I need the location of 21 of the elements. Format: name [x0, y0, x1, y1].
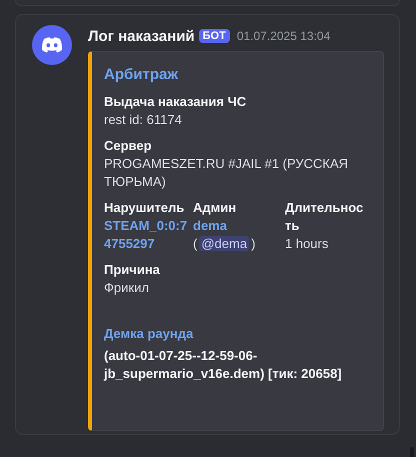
field-name: Демка раунда — [104, 325, 194, 343]
field-value: PROGAMESZET.RU #JAIL #1 (РУССКАЯ ТЮРЬМА) — [104, 156, 348, 189]
field-name: Админ — [193, 199, 238, 217]
field-value: 1 hours — [285, 236, 328, 251]
field-value: ( — [193, 236, 198, 251]
field-name: Причина — [104, 261, 161, 279]
field-value: rest id: 61174 — [104, 112, 182, 127]
link[interactable]: dema — [193, 217, 285, 235]
embed-title: Арбитраж — [104, 66, 179, 83]
user-mention[interactable]: @dema — [199, 236, 250, 251]
field-name: Выдача наказания ЧС — [104, 93, 248, 111]
bot-tag: БОТ — [198, 29, 230, 43]
field-value: Фрикил — [104, 280, 149, 295]
field-value: ) — [251, 236, 256, 251]
field-name: Сервер — [104, 137, 153, 155]
field-value: (auto-01-07-25--12-59-06-jb_supermario_v16e.dem) [тик: 20658] — [104, 348, 342, 381]
author-name[interactable]: Лог наказаний — [88, 28, 195, 44]
field-name: Нарушитель — [104, 199, 186, 217]
timestamp: 01.07.2025 13:04 — [236, 29, 330, 43]
field-name: Длительность — [285, 199, 364, 235]
link[interactable]: STEAM_0:0:74755297 — [104, 217, 193, 253]
